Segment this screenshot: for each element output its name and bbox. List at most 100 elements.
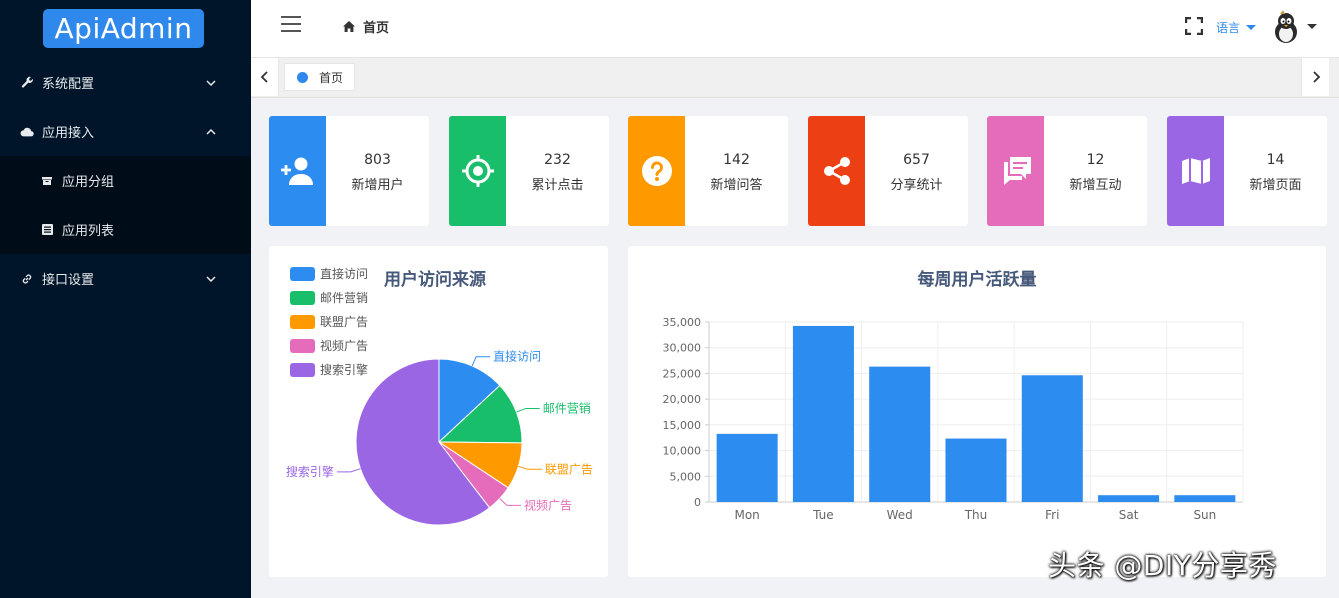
stat-label: 新增页面 xyxy=(1249,178,1302,193)
bar[interactable] xyxy=(869,366,931,502)
fullscreen-icon[interactable] xyxy=(1185,17,1203,35)
stat-card-new-users: 803 新增用户 xyxy=(269,116,429,226)
pie-label-line xyxy=(471,356,491,367)
x-tick-label: Tue xyxy=(812,508,834,522)
stat-value: 14 xyxy=(1266,152,1285,168)
sidebar-item-label: 系统配置 xyxy=(42,77,95,92)
archive-icon xyxy=(40,174,54,188)
pie-slice-label: 搜索引擎 xyxy=(286,464,334,479)
stat-card-total-clicks: 232 累计点击 xyxy=(449,116,609,226)
breadcrumb: 首页 xyxy=(343,17,389,36)
y-tick-label: 15,000 xyxy=(663,419,702,432)
pie-label-line xyxy=(518,465,542,470)
active-dot-icon xyxy=(297,71,308,83)
stat-value: 803 xyxy=(364,152,391,168)
y-tick-label: 25,000 xyxy=(663,367,702,380)
caret-down-icon xyxy=(1246,25,1257,30)
language-label: 语言 xyxy=(1216,21,1241,35)
bar[interactable] xyxy=(1021,375,1083,502)
stat-value: 657 xyxy=(903,152,930,168)
legend-label[interactable]: 邮件营销 xyxy=(320,291,368,305)
home-icon xyxy=(343,21,355,32)
legend-label[interactable]: 视频广告 xyxy=(320,338,368,353)
legend-swatch[interactable] xyxy=(290,315,315,329)
x-tick-label: Sun xyxy=(1193,508,1216,522)
bar[interactable] xyxy=(1174,495,1236,502)
y-tick-label: 5,000 xyxy=(670,470,702,483)
app-logo[interactable]: ApiAdmin xyxy=(43,9,204,48)
tab-scroll-left[interactable] xyxy=(251,58,279,96)
stat-value: 142 xyxy=(723,152,750,168)
y-tick-label: 20,000 xyxy=(663,393,702,406)
cloud-icon xyxy=(20,125,34,139)
chevron-right-icon xyxy=(1312,71,1320,83)
sidebar: ApiAdmin 系统配置 应用接入 应用分组 应用列表 接口设置 xyxy=(0,0,251,598)
watermark: 头条 @DIY分享秀 xyxy=(1048,549,1277,582)
menu-toggle-icon[interactable] xyxy=(281,16,301,32)
y-tick-label: 35,000 xyxy=(663,316,702,329)
x-tick-label: Mon xyxy=(734,508,759,522)
bar-chart-panel: 每周用户活跃量 0 5,000 10,000 15,000 20,000 25,000 30… xyxy=(628,246,1326,577)
stat-card-new-questions: 142 新增问答 xyxy=(628,116,788,226)
legend-label[interactable]: 联盟广告 xyxy=(320,315,368,329)
legend-swatch[interactable] xyxy=(290,339,315,353)
sidebar-item-app-groups[interactable]: 应用分组 xyxy=(0,156,251,205)
target-icon xyxy=(461,155,494,187)
sidebar-item-app-access[interactable]: 应用接入 xyxy=(0,107,251,156)
stat-label: 累计点击 xyxy=(531,178,584,193)
legend-swatch[interactable] xyxy=(290,291,315,305)
stat-label: 分享统计 xyxy=(890,178,943,193)
stat-label: 新增用户 xyxy=(351,178,404,193)
breadcrumb-home[interactable]: 首页 xyxy=(363,17,389,36)
tab-home[interactable]: 首页 xyxy=(284,63,355,91)
tab-scroll-right[interactable] xyxy=(1301,58,1329,96)
stat-card-share-stats: 657 分享统计 xyxy=(808,116,968,226)
stat-label: 新增问答 xyxy=(710,178,763,193)
sidebar-item-label: 应用分组 xyxy=(62,175,115,190)
legend-swatch[interactable] xyxy=(290,363,315,377)
bar[interactable] xyxy=(945,438,1007,502)
sidebar-menu: 系统配置 应用接入 应用分组 应用列表 接口设置 xyxy=(0,58,251,303)
bar[interactable] xyxy=(792,325,854,502)
submenu-app-access: 应用分组 应用列表 xyxy=(0,156,251,254)
bar[interactable] xyxy=(716,433,778,502)
chevron-up-icon xyxy=(206,128,216,135)
legend-label[interactable]: 搜索引擎 xyxy=(320,362,368,377)
map-icon xyxy=(1181,158,1210,184)
language-dropdown[interactable]: 语言 xyxy=(1216,19,1257,36)
link-icon xyxy=(20,272,34,286)
stat-value: 12 xyxy=(1086,152,1105,168)
avatar[interactable] xyxy=(1271,10,1301,44)
pie-slice-label: 联盟广告 xyxy=(545,462,593,476)
y-tick-label: 0 xyxy=(694,496,701,509)
pie-slice-label: 邮件营销 xyxy=(543,401,591,415)
tab-bar: 首页 xyxy=(251,58,1339,98)
legend-swatch[interactable] xyxy=(290,267,315,281)
caret-down-icon[interactable] xyxy=(1307,24,1317,29)
x-tick-label: Thu xyxy=(964,508,988,522)
pie-slice-label: 直接访问 xyxy=(493,349,541,364)
stat-card-new-interactions: 12 新增互动 xyxy=(987,116,1147,226)
list-icon xyxy=(40,223,54,237)
x-tick-label: Fri xyxy=(1045,508,1059,522)
stat-card-new-pages: 14 新增页面 xyxy=(1167,116,1327,226)
sidebar-item-api-settings[interactable]: 接口设置 xyxy=(0,254,251,303)
y-tick-label: 30,000 xyxy=(663,342,702,355)
x-tick-label: Wed xyxy=(887,508,913,522)
stat-value: 232 xyxy=(544,152,571,168)
legend-label[interactable]: 直接访问 xyxy=(320,266,368,281)
sidebar-item-label: 应用列表 xyxy=(62,224,115,239)
chat-icon xyxy=(1003,157,1031,185)
pie-label-line xyxy=(336,468,361,473)
chevron-down-icon xyxy=(206,275,216,282)
sidebar-item-system-config[interactable]: 系统配置 xyxy=(0,58,251,107)
bar-chart: 0 5,000 10,000 15,000 20,000 25,000 30,000 35,0… xyxy=(663,316,1244,522)
sidebar-item-label: 接口设置 xyxy=(42,273,95,288)
help-icon xyxy=(641,156,672,186)
pie-slice-label: 视频广告 xyxy=(524,497,572,512)
share-icon xyxy=(823,157,850,185)
stat-label: 新增互动 xyxy=(1069,178,1122,193)
pie-label-line xyxy=(516,407,540,413)
sidebar-item-app-list[interactable]: 应用列表 xyxy=(0,205,251,254)
bar[interactable] xyxy=(1098,495,1160,502)
